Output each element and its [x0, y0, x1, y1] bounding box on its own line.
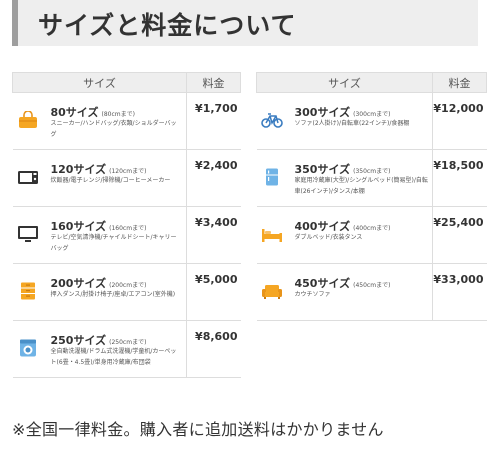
item-examples: 全自動洗濯機/ドラム式洗濯機/学童机/カーペット(6畳・4.5畳)/単身用冷蔵庫… — [50, 348, 177, 366]
item-cell: 200サイズ (200cmまで) 押入ダンス/肘掛け椅子/座卓/エアコン(室外機) — [12, 263, 187, 321]
size-limit: (450cmまで) — [353, 282, 391, 289]
item-examples: カウチソファ — [294, 291, 331, 298]
table-row: 350サイズ (350cmまで) 家庭用冷蔵庫(大型)/シングルベッド(簡易型)/自… — [256, 149, 487, 207]
item-cell: 450サイズ (450cmまで) カウチソファ — [256, 263, 433, 321]
bicycle-icon — [260, 111, 283, 129]
title-bar: サイズと料金について — [12, 0, 478, 46]
size-limit: (350cmまで) — [353, 168, 391, 175]
price: ¥8,600 — [186, 320, 241, 378]
sofa-icon — [261, 282, 283, 300]
drawer-icon — [17, 282, 39, 300]
item-examples: ダブルベッド/衣装タンス — [294, 234, 363, 241]
size-table-right: サイズ 料金 300サイズ (300cmまで) ソファ(2人掛け)/自転車(22イン… — [256, 72, 487, 321]
price: ¥1,700 — [186, 92, 241, 150]
table-row: 160サイズ (160cmまで) テレビ/空気清浄機/チャイルドシート/キャリーバッ… — [12, 206, 241, 264]
table-header-row: サイズ 料金 — [256, 72, 487, 93]
table-row: 80サイズ (80cmまで) スニーカー/ハンドバッグ/衣類/ショルダーバッグ ¥1,… — [12, 92, 241, 150]
price-column-header: 料金 — [432, 72, 487, 93]
table-header-row: サイズ 料金 — [12, 72, 241, 93]
table-row: 250サイズ (250cmまで) 全自動洗濯機/ドラム式洗濯機/学童机/カーペット(… — [12, 320, 241, 378]
fridge-icon — [261, 168, 283, 186]
item-examples: スニーカー/ハンドバッグ/衣類/ショルダーバッグ — [50, 120, 177, 138]
tv-icon — [17, 225, 39, 243]
price: ¥2,400 — [186, 149, 241, 207]
size-column-header: サイズ — [12, 72, 187, 93]
size-limit: (160cmまで) — [109, 225, 147, 232]
price: ¥3,400 — [186, 206, 241, 264]
size-limit: (80cmまで) — [101, 111, 135, 118]
item-cell: 350サイズ (350cmまで) 家庭用冷蔵庫(大型)/シングルベッド(簡易型)/自… — [256, 149, 433, 207]
table-row: 450サイズ (450cmまで) カウチソファ ¥33,000 — [256, 263, 487, 321]
item-examples: ソファ(2人掛け)/自転車(22インチ)/食器棚 — [294, 120, 410, 127]
item-examples: 炊飯器/電子レンジ/掃除機/コーヒーメーカー — [50, 177, 171, 184]
shipping-note: ※全国一律料金。購入者に追加送料はかかりません — [12, 420, 384, 439]
item-examples: 家庭用冷蔵庫(大型)/シングルベッド(簡易型)/自転車(26インチ)/タンス/本… — [294, 177, 428, 195]
item-cell: 400サイズ (400cmまで) ダブルベッド/衣装タンス — [256, 206, 433, 264]
price: ¥18,500 — [432, 149, 487, 207]
size-limit: (300cmまで) — [353, 111, 391, 118]
item-cell: 250サイズ (250cmまで) 全自動洗濯機/ドラム式洗濯機/学童机/カーペット(… — [12, 320, 187, 378]
item-cell: 120サイズ (120cmまで) 炊飯器/電子レンジ/掃除機/コーヒーメーカー — [12, 149, 187, 207]
bag-icon — [17, 111, 39, 129]
item-examples: テレビ/空気清浄機/チャイルドシート/キャリーバッグ — [50, 234, 177, 252]
item-cell: 80サイズ (80cmまで) スニーカー/ハンドバッグ/衣類/ショルダーバッグ — [12, 92, 187, 150]
table-row: 120サイズ (120cmまで) 炊飯器/電子レンジ/掃除機/コーヒーメーカー ¥2,… — [12, 149, 241, 207]
table-row: 200サイズ (200cmまで) 押入ダンス/肘掛け椅子/座卓/エアコン(室外機) ¥… — [12, 263, 241, 321]
table-row: 300サイズ (300cmまで) ソファ(2人掛け)/自転車(22インチ)/食器棚 ¥… — [256, 92, 487, 150]
table-row: 400サイズ (400cmまで) ダブルベッド/衣装タンス ¥25,400 — [256, 206, 487, 264]
price-column-header: 料金 — [186, 72, 241, 93]
size-limit: (200cmまで) — [109, 282, 147, 289]
item-cell: 300サイズ (300cmまで) ソファ(2人掛け)/自転車(22インチ)/食器棚 — [256, 92, 433, 150]
microwave-icon — [17, 168, 39, 186]
price: ¥25,400 — [432, 206, 487, 264]
size-column-header: サイズ — [256, 72, 433, 93]
size-limit: (250cmまで) — [109, 339, 147, 346]
price: ¥12,000 — [432, 92, 487, 150]
size-limit: (120cmまで) — [109, 168, 147, 175]
price: ¥5,000 — [186, 263, 241, 321]
bed-icon — [261, 225, 283, 243]
washer-icon — [17, 339, 39, 357]
item-examples: 押入ダンス/肘掛け椅子/座卓/エアコン(室外機) — [50, 291, 176, 298]
size-table-left: サイズ 料金 80サイズ (80cmまで) スニーカー/ハンドバッグ/衣類/ショルダ… — [12, 72, 241, 378]
price: ¥33,000 — [432, 263, 487, 321]
size-limit: (400cmまで) — [353, 225, 391, 232]
item-cell: 160サイズ (160cmまで) テレビ/空気清浄機/チャイルドシート/キャリーバッ… — [12, 206, 187, 264]
page-title: サイズと料金について — [38, 11, 297, 40]
